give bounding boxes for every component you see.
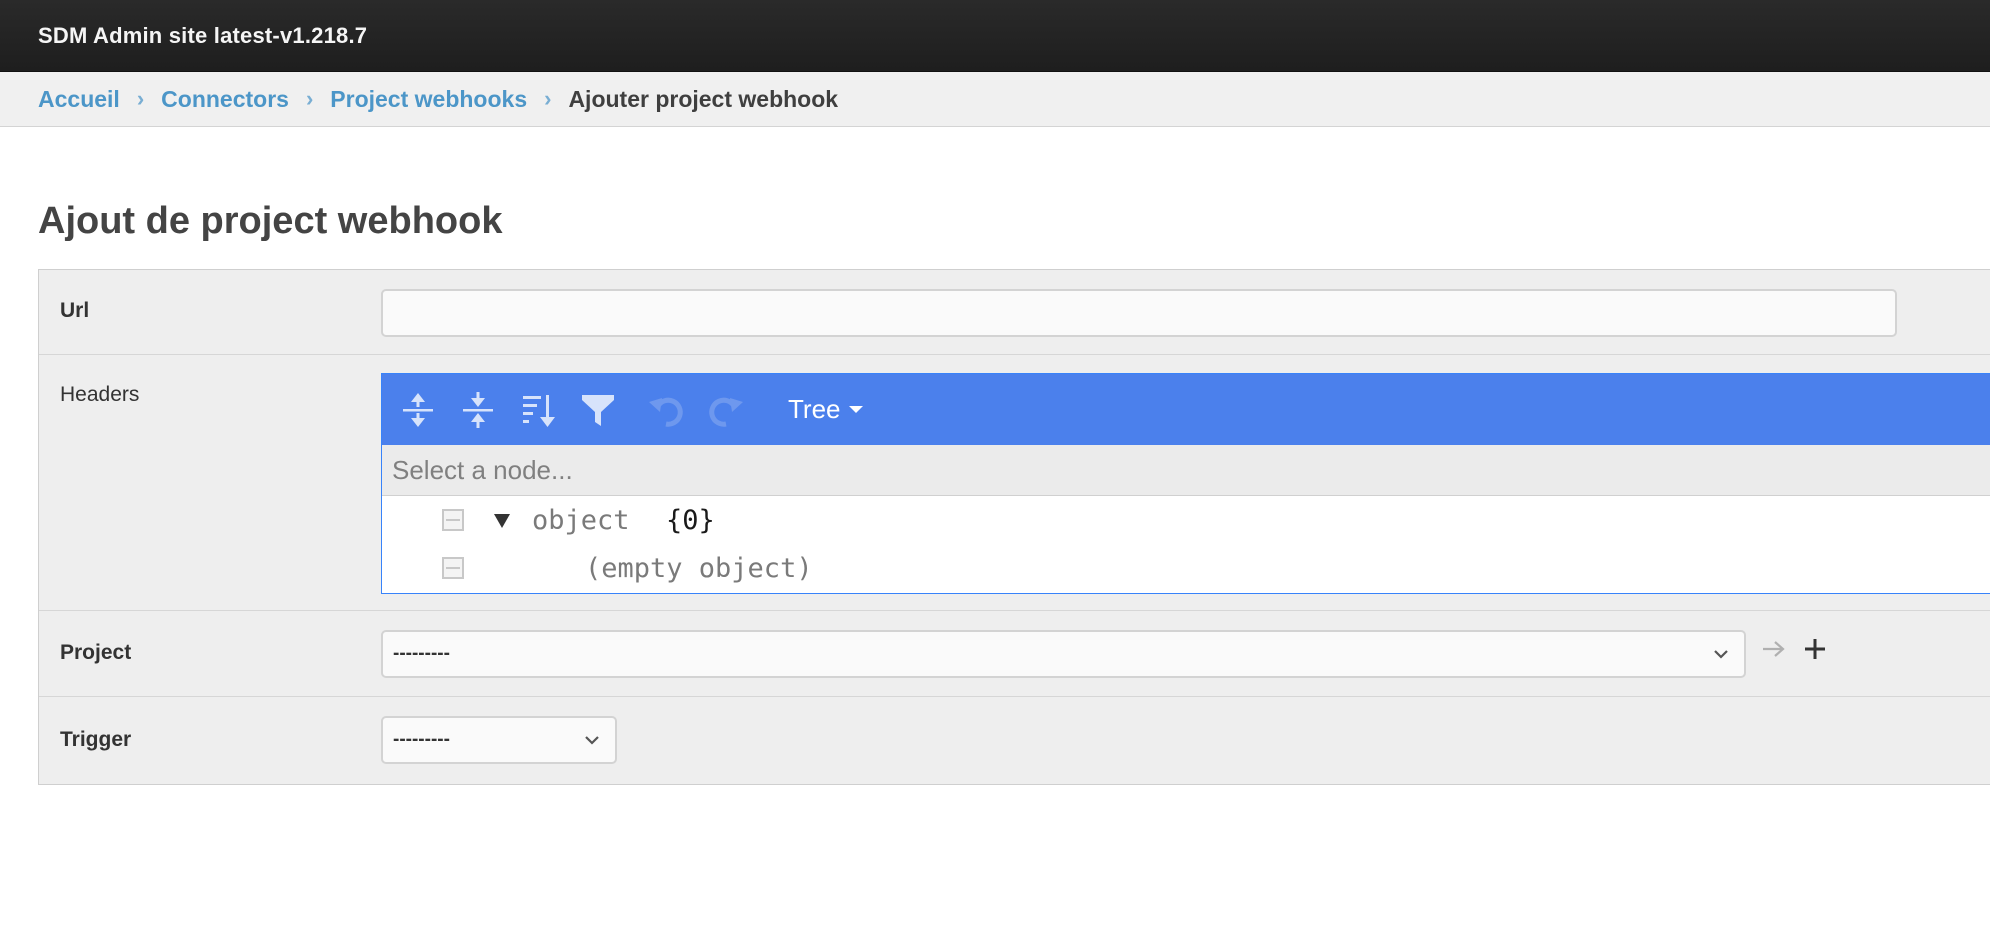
empty-object-label: (empty object) <box>585 552 813 584</box>
breadcrumb-separator-icon: › <box>544 86 552 111</box>
node-type: object <box>532 504 630 536</box>
headers-label: Headers <box>60 383 140 406</box>
form-row-headers: Headers Tree Select a node... object {0}… <box>39 355 1990 611</box>
json-editor-navbar[interactable]: Select a node... <box>382 445 1990 496</box>
trigger-select-value: --------- <box>393 729 450 750</box>
url-label: Url <box>60 299 90 322</box>
add-related-plus-icon[interactable] <box>1803 637 1827 661</box>
filter-icon[interactable] <box>576 388 620 432</box>
redo-icon[interactable] <box>704 388 748 432</box>
page-title: Ajout de project webhook <box>38 200 503 242</box>
tree-node-empty: (empty object) <box>382 544 1990 592</box>
view-related-arrow-icon[interactable] <box>1761 639 1787 659</box>
json-editor-toolbar: Tree <box>382 374 1990 445</box>
breadcrumb-link-connectors[interactable]: Connectors <box>161 86 289 113</box>
undo-icon[interactable] <box>644 388 688 432</box>
caret-down-icon <box>848 406 863 413</box>
node-count: {0} <box>666 504 715 536</box>
form-row-url: Url <box>39 270 1990 355</box>
form-row-trigger: Trigger --------- <box>39 697 1990 785</box>
project-select[interactable]: --------- <box>381 630 1746 678</box>
json-editor: Tree Select a node... object {0} (empty … <box>381 373 1990 594</box>
site-header: SDM Admin site latest-v1.218.7 <box>0 0 1990 72</box>
expand-all-icon[interactable] <box>396 388 440 432</box>
project-select-value: --------- <box>393 643 450 664</box>
json-editor-tree: object {0} (empty object) <box>382 496 1990 593</box>
collapse-all-icon[interactable] <box>456 388 500 432</box>
breadcrumb-separator-icon: › <box>305 86 314 111</box>
breadcrumb-link-accueil[interactable]: Accueil <box>38 86 120 113</box>
tree-node-root: object {0} <box>382 496 1990 544</box>
chevron-down-icon <box>585 736 599 745</box>
project-label: Project <box>60 641 132 664</box>
form-row-project: Project --------- <box>39 611 1990 697</box>
trigger-select[interactable]: --------- <box>381 716 617 764</box>
breadcrumb-link-project-webhooks[interactable]: Project webhooks <box>330 86 527 113</box>
expand-arrow-icon[interactable] <box>494 514 510 528</box>
breadcrumb: Accueil › Connectors › Project webhooks … <box>0 72 1990 127</box>
trigger-label: Trigger <box>60 728 132 751</box>
drag-handle-icon[interactable] <box>442 557 464 579</box>
sort-icon[interactable] <box>516 388 560 432</box>
chevron-down-icon <box>1714 650 1728 659</box>
site-title[interactable]: SDM Admin site latest-v1.218.7 <box>38 23 367 49</box>
breadcrumb-separator-icon: › <box>136 86 145 111</box>
drag-handle-icon[interactable] <box>442 509 464 531</box>
navbar-placeholder: Select a node... <box>392 454 573 485</box>
breadcrumb-current: Ajouter project webhook <box>568 85 839 112</box>
editor-mode-dropdown[interactable]: Tree <box>788 394 863 425</box>
form-panel: Url Headers Tree Select a node... object… <box>38 269 1990 785</box>
url-input[interactable] <box>381 289 1897 337</box>
editor-mode-label: Tree <box>788 394 841 424</box>
